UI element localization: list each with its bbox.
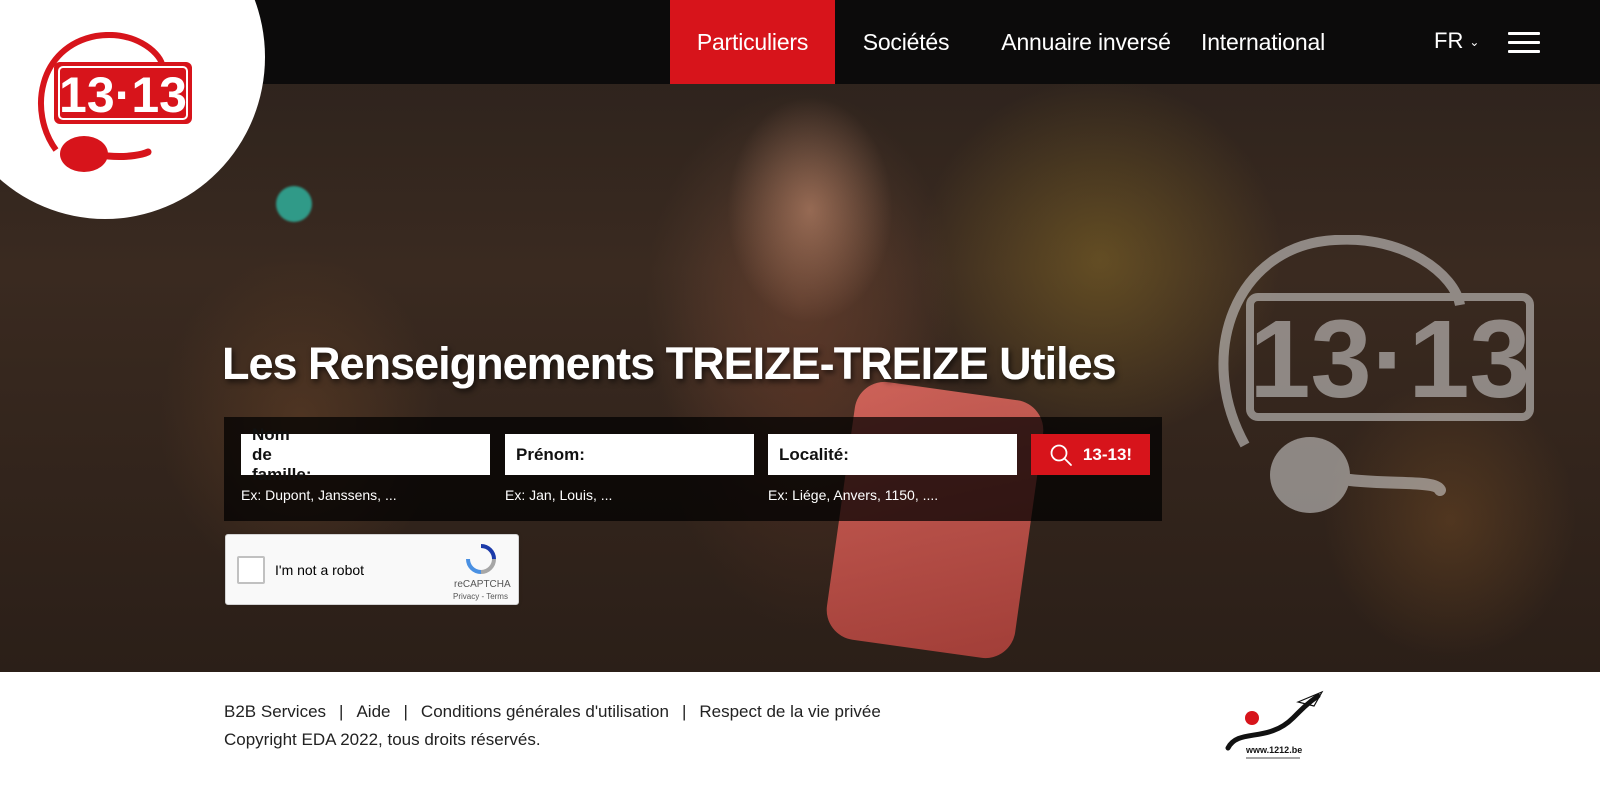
- lastname-input-box[interactable]: Nom de famille:: [241, 425, 525, 484]
- main-nav: Particuliers Sociétés Annuaire inversé I…: [670, 0, 1331, 84]
- recaptcha-checkbox[interactable]: [237, 556, 265, 584]
- recaptcha-brand: reCAPTCHA: [454, 579, 511, 590]
- recaptcha-logo-icon: [466, 544, 496, 574]
- search-icon: [1050, 444, 1072, 466]
- search-button-label: 13-13!: [1082, 444, 1133, 464]
- watermark-logo-icon: 13·13: [1218, 235, 1534, 513]
- chevron-down-icon: ⌄: [1469, 35, 1480, 49]
- partner-logo-1212[interactable]: www.1212.be: [1218, 688, 1328, 768]
- footer-separator: |: [339, 702, 344, 721]
- watermark-text: 13·13: [1249, 298, 1530, 421]
- copyright-text: Copyright EDA 2022, tous droits réservés…: [224, 730, 541, 749]
- firstname-input-box[interactable]: Prénom:: [505, 434, 798, 475]
- nav-item-international[interactable]: International: [1195, 0, 1331, 84]
- locality-hint: Ex: Liége, Anvers, 1150, ....: [768, 487, 939, 503]
- language-selector[interactable]: FR ⌄: [1434, 28, 1479, 54]
- footer-link-conditions[interactable]: Conditions générales d'utilisation: [421, 702, 669, 722]
- lastname-input[interactable]: [317, 434, 525, 475]
- locality-label: Localité:: [779, 444, 849, 464]
- page-headline: Les Renseignements TREIZE-TREIZE Utiles: [222, 338, 1117, 389]
- firstname-input[interactable]: [590, 434, 798, 475]
- nav-item-annuaire-inverse[interactable]: Annuaire inversé: [977, 0, 1195, 84]
- footer-link-privacy[interactable]: Respect de la vie privée: [699, 702, 880, 722]
- firstname-label: Prénom:: [516, 444, 585, 464]
- lastname-label: Nom de famille:: [252, 424, 312, 484]
- search-field-firstname: Prénom: Ex: Jan, Louis, ...: [505, 434, 798, 503]
- footer-link-aide[interactable]: Aide: [356, 702, 390, 722]
- search-panel: Nom de famille: Ex: Dupont, Janssens, ..…: [224, 417, 1162, 521]
- hero-photo-light: [276, 186, 312, 222]
- footer-link-b2b-services[interactable]: B2B Services: [224, 702, 326, 722]
- footer-separator: |: [681, 702, 687, 721]
- partner-logo-text: www.1212.be: [1245, 745, 1302, 755]
- hamburger-menu-icon[interactable]: [1508, 32, 1540, 54]
- lastname-hint: Ex: Dupont, Janssens, ...: [241, 487, 397, 503]
- nav-item-particuliers[interactable]: Particuliers: [670, 0, 835, 84]
- recaptcha-privacy-terms[interactable]: Privacy - Terms: [453, 592, 508, 601]
- brand-logo[interactable]: 13·13: [34, 32, 196, 174]
- nav-item-societes[interactable]: Sociétés: [835, 0, 977, 84]
- firstname-hint: Ex: Jan, Louis, ...: [505, 487, 613, 503]
- logo-text: 13·13: [59, 67, 187, 123]
- footer-separator: |: [403, 702, 408, 721]
- recaptcha-label: I'm not a robot: [275, 562, 365, 578]
- search-field-locality: Localité: Ex: Liége, Anvers, 1150, ....: [768, 434, 1062, 503]
- search-button[interactable]: 13-13!: [1031, 434, 1150, 475]
- search-field-lastname: Nom de famille: Ex: Dupont, Janssens, ..…: [241, 425, 525, 503]
- footer: B2B Services | Aide | Conditions général…: [0, 672, 1600, 800]
- recaptcha-widget: I'm not a robot reCAPTCHA Privacy - Term…: [225, 534, 519, 605]
- footer-links: B2B Services | Aide | Conditions général…: [224, 702, 881, 722]
- locality-input-box[interactable]: Localité:: [768, 434, 1062, 475]
- language-label: FR: [1434, 28, 1464, 53]
